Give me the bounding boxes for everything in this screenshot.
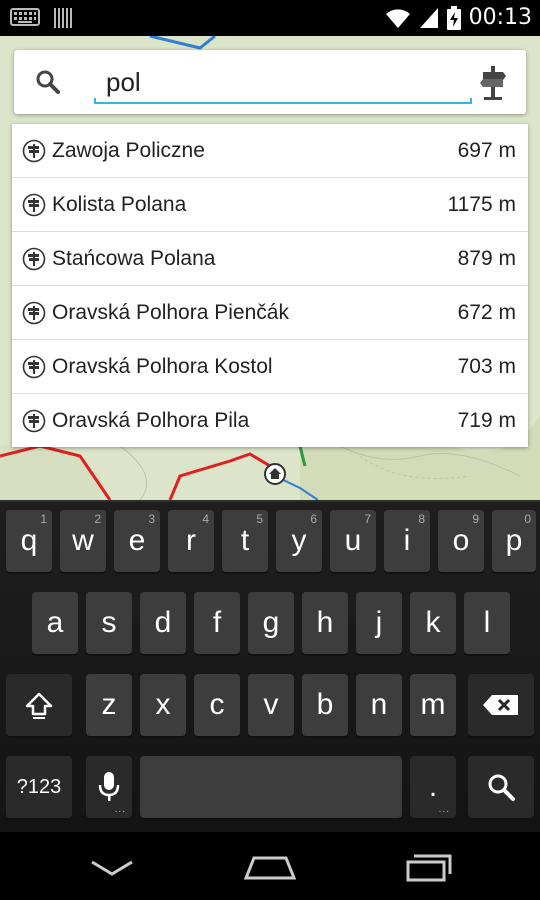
navigation-bar — [0, 832, 540, 900]
result-item[interactable]: Stańcowa Polana 879 m — [12, 232, 528, 286]
key-s[interactable]: s — [86, 592, 132, 654]
battery-charging-icon — [446, 5, 461, 30]
key-q[interactable]: 1q — [6, 510, 52, 572]
key-i[interactable]: 8i — [384, 510, 430, 572]
backspace-icon — [483, 695, 518, 715]
search-icon — [488, 774, 515, 801]
search-results-list: Zawoja Policzne 697 m Kolista Polana 117… — [12, 124, 528, 447]
period-key[interactable]: .... — [410, 756, 456, 818]
key-b[interactable]: b — [302, 674, 348, 736]
result-item[interactable]: Oravská Polhora Pila 719 m — [12, 394, 528, 447]
key-m[interactable]: m — [410, 674, 456, 736]
result-name: Oravská Polhora Kostol — [52, 354, 273, 378]
result-distance: 879 m — [457, 246, 516, 270]
result-name: Zawoja Policzne — [52, 138, 205, 162]
key-t[interactable]: 5t — [222, 510, 268, 572]
home-marker-icon — [269, 468, 281, 479]
result-distance: 719 m — [457, 408, 516, 432]
key-z[interactable]: z — [86, 674, 132, 736]
microphone-icon — [98, 772, 120, 801]
key-c[interactable]: c — [194, 674, 240, 736]
key-r[interactable]: 4r — [168, 510, 214, 572]
result-distance: 703 m — [457, 354, 516, 378]
recent-apps-icon[interactable] — [398, 852, 458, 882]
key-x[interactable]: x — [140, 674, 186, 736]
back-icon[interactable] — [82, 852, 142, 882]
search-icon[interactable] — [34, 68, 62, 96]
shift-icon — [25, 692, 53, 719]
key-a[interactable]: a — [32, 592, 78, 654]
search-bar — [14, 50, 526, 114]
keyboard-icon — [10, 8, 40, 26]
soft-keyboard: 1q 2w 3e 4r 5t 6y 7u 8i 9o 0p a s d f g … — [0, 500, 540, 834]
key-k[interactable]: k — [410, 592, 456, 654]
result-item[interactable]: Zawoja Policzne 697 m — [12, 124, 528, 178]
search-input[interactable] — [94, 64, 470, 100]
result-item[interactable]: Oravská Polhora Kostol 703 m — [12, 340, 528, 394]
signpost-icon — [22, 193, 46, 217]
signal-icon — [419, 7, 438, 28]
key-l[interactable]: l — [464, 592, 510, 654]
clock: 00:13 — [468, 5, 532, 30]
key-v[interactable]: v — [248, 674, 294, 736]
result-name: Stańcowa Polana — [52, 246, 216, 270]
result-distance: 697 m — [457, 138, 516, 162]
shift-key[interactable] — [6, 674, 72, 736]
key-e[interactable]: 3e — [114, 510, 160, 572]
signpost-icon — [22, 139, 46, 163]
wifi-icon — [385, 8, 410, 28]
key-h[interactable]: h — [302, 592, 348, 654]
backspace-key[interactable] — [468, 674, 534, 736]
key-n[interactable]: n — [356, 674, 402, 736]
voice-input-key[interactable]: ... — [86, 756, 132, 818]
result-item[interactable]: Kolista Polana 1175 m — [12, 178, 528, 232]
result-distance: 672 m — [457, 300, 516, 324]
key-j[interactable]: j — [356, 592, 402, 654]
key-y[interactable]: 6y — [276, 510, 322, 572]
key-p[interactable]: 0p — [492, 510, 536, 572]
signpost-icon — [22, 301, 46, 325]
map-home-marker[interactable] — [264, 463, 286, 485]
result-name: Oravská Polhora Pienčák — [52, 300, 289, 324]
key-w[interactable]: 2w — [60, 510, 106, 572]
symbols-key[interactable]: ?123 — [6, 756, 72, 818]
space-key[interactable] — [140, 756, 402, 818]
status-bar: 00:13 — [0, 0, 540, 36]
signpost-icon — [22, 409, 46, 433]
result-name: Kolista Polana — [52, 192, 187, 216]
signpost-icon[interactable] — [478, 66, 508, 100]
home-icon[interactable] — [240, 852, 300, 882]
search-action-key[interactable] — [468, 756, 534, 818]
result-distance: 1175 m — [447, 192, 517, 216]
key-f[interactable]: f — [194, 592, 240, 654]
signpost-icon — [22, 247, 46, 271]
key-o[interactable]: 9o — [438, 510, 484, 572]
signpost-icon — [22, 355, 46, 379]
result-item[interactable]: Oravská Polhora Pienčák 672 m — [12, 286, 528, 340]
result-name: Oravská Polhora Pila — [52, 408, 250, 432]
search-input-underline — [94, 98, 472, 104]
key-g[interactable]: g — [248, 592, 294, 654]
key-u[interactable]: 7u — [330, 510, 376, 572]
barcode-icon — [54, 8, 72, 28]
key-d[interactable]: d — [140, 592, 186, 654]
